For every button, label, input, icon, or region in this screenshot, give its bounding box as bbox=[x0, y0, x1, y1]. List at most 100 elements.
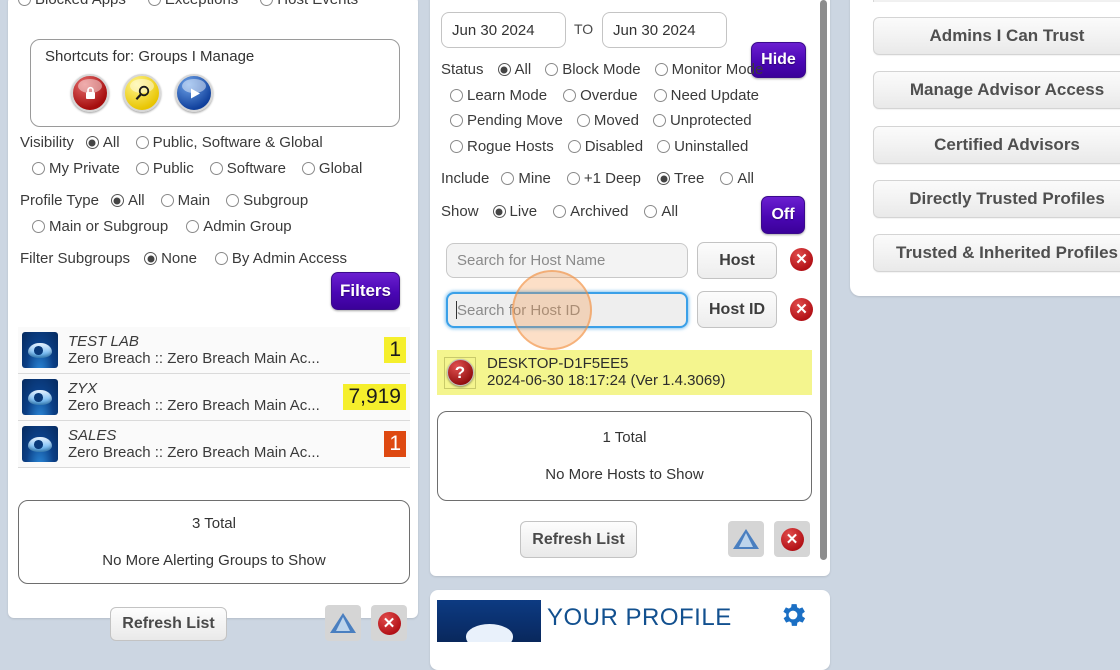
radio-include-all[interactable]: All bbox=[720, 170, 754, 187]
groups-total-message: No More Alerting Groups to Show bbox=[102, 552, 326, 569]
hosts-total-message: No More Hosts to Show bbox=[545, 466, 704, 483]
host-id-search-input[interactable]: Search for Host ID bbox=[446, 292, 688, 328]
scroll-up-icon[interactable] bbox=[728, 521, 764, 557]
radio-blocked-apps[interactable]: Blocked Apps bbox=[18, 0, 126, 8]
date-to-input[interactable]: Jun 30 2024 bbox=[602, 12, 727, 48]
filters-button[interactable]: Filters bbox=[331, 272, 400, 310]
radio-label: Mine bbox=[518, 170, 551, 187]
radio-filter-subgroups-none[interactable]: None bbox=[144, 250, 197, 267]
radio-dot bbox=[566, 172, 580, 185]
group-path: Zero Breach :: Zero Breach Main Ac... bbox=[68, 396, 320, 414]
radio-visibility-software[interactable]: Software bbox=[209, 160, 286, 177]
radio-profile-type-main[interactable]: Main bbox=[160, 192, 210, 209]
radio-visibility-my-private[interactable]: My Private bbox=[32, 160, 120, 177]
certified-advisors-button[interactable]: Certified Advisors bbox=[873, 126, 1120, 164]
host-id-placeholder: Search for Host ID bbox=[457, 301, 581, 319]
clear-host-id-search-icon[interactable]: ✕ bbox=[790, 298, 813, 321]
show-row: Show Live Archived All bbox=[441, 203, 678, 220]
radio-dot bbox=[450, 89, 463, 102]
close-icon[interactable]: ✕ bbox=[371, 605, 407, 641]
trusted-inherited-profiles-button[interactable]: Trusted & Inherited Profiles bbox=[873, 234, 1120, 272]
off-toggle-button[interactable]: Off bbox=[761, 196, 805, 234]
group-icon bbox=[22, 379, 58, 415]
host-id-search-button[interactable]: Host ID bbox=[697, 291, 777, 328]
directly-trusted-profiles-button[interactable]: Directly Trusted Profiles bbox=[873, 180, 1120, 218]
close-icon[interactable]: ✕ bbox=[774, 521, 810, 557]
refresh-groups-button[interactable]: Refresh List bbox=[110, 607, 227, 641]
magnifier-icon[interactable] bbox=[123, 74, 161, 112]
radio-status-uninstalled[interactable]: Uninstalled bbox=[657, 138, 748, 155]
vertical-scrollbar[interactable] bbox=[820, 0, 827, 560]
status-badge: 1 bbox=[384, 337, 406, 363]
list-item[interactable]: TEST LAB Zero Breach :: Zero Breach Main… bbox=[18, 327, 410, 374]
scroll-up-icon[interactable] bbox=[325, 605, 361, 641]
radio-label: Exceptions bbox=[165, 0, 238, 8]
radio-exceptions[interactable]: Exceptions bbox=[147, 0, 238, 8]
radio-profile-type-admin-group[interactable]: Admin Group bbox=[186, 218, 292, 235]
radio-status-moved[interactable]: Moved bbox=[576, 112, 639, 129]
visibility-label: Visibility bbox=[20, 134, 74, 151]
radio-include-mine[interactable]: Mine bbox=[501, 170, 551, 187]
status-badge: 7,919 bbox=[343, 384, 406, 410]
radio-dot bbox=[260, 0, 274, 6]
radio-status-disabled[interactable]: Disabled bbox=[567, 138, 643, 155]
radio-label: Host Events bbox=[277, 0, 358, 8]
radio-label: Blocked Apps bbox=[35, 0, 126, 8]
radio-profile-type-main-or-subgroup[interactable]: Main or Subgroup bbox=[32, 218, 168, 235]
radio-status-unprotected[interactable]: Unprotected bbox=[652, 112, 752, 129]
host-result-row[interactable]: ? DESKTOP-D1F5EE5 2024-06-30 18:17:24 (V… bbox=[437, 350, 812, 395]
radio-status-pending-move[interactable]: Pending Move bbox=[450, 112, 563, 129]
list-item[interactable]: ZYX Zero Breach :: Zero Breach Main Ac..… bbox=[18, 374, 410, 421]
radio-label: Pending Move bbox=[467, 112, 563, 129]
groups-total-count: 3 Total bbox=[192, 515, 236, 532]
radio-status-block-mode[interactable]: Block Mode bbox=[545, 61, 641, 78]
gear-icon[interactable] bbox=[778, 600, 808, 638]
radio-profile-type-all[interactable]: All bbox=[110, 192, 145, 209]
radio-dot bbox=[85, 136, 99, 149]
radio-show-all[interactable]: All bbox=[644, 203, 678, 220]
group-path: Zero Breach :: Zero Breach Main Ac... bbox=[68, 349, 320, 367]
radio-status-all[interactable]: All bbox=[497, 61, 531, 78]
radio-status-overdue[interactable]: Overdue bbox=[563, 87, 638, 104]
play-icon[interactable] bbox=[175, 74, 213, 112]
include-label: Include bbox=[441, 170, 490, 187]
radio-label: All bbox=[737, 170, 754, 187]
date-from-input[interactable]: Jun 30 2024 bbox=[441, 12, 566, 48]
radio-host-events[interactable]: Host Events bbox=[260, 0, 358, 8]
radio-visibility-global[interactable]: Global bbox=[301, 160, 362, 177]
radio-label: Rogue Hosts bbox=[467, 138, 554, 155]
host-search-button[interactable]: Host bbox=[697, 242, 777, 279]
radio-status-learn-mode[interactable]: Learn Mode bbox=[450, 87, 547, 104]
partial-button-top bbox=[873, 0, 1120, 2]
shortcut-icon-row bbox=[71, 74, 213, 112]
radio-status-need-update[interactable]: Need Update bbox=[653, 87, 759, 104]
visibility-row-1: Visibility All Public, Software & Global bbox=[20, 134, 323, 151]
radio-status-monitor-mode[interactable]: Monitor Mode bbox=[654, 61, 764, 78]
admins-i-can-trust-button[interactable]: Admins I Can Trust bbox=[873, 17, 1120, 55]
radio-label: My Private bbox=[49, 160, 120, 177]
radio-dot bbox=[18, 0, 31, 6]
radio-filter-subgroups-by-admin-access[interactable]: By Admin Access bbox=[214, 250, 347, 267]
status-row-1: Status All Block Mode Monitor Mode bbox=[441, 61, 763, 78]
radio-profile-type-subgroup[interactable]: Subgroup bbox=[226, 192, 308, 209]
list-item[interactable]: SALES Zero Breach :: Zero Breach Main Ac… bbox=[18, 421, 410, 468]
radio-show-archived[interactable]: Archived bbox=[553, 203, 628, 220]
radio-show-live[interactable]: Live bbox=[492, 203, 537, 220]
radio-dot bbox=[209, 162, 223, 175]
manage-advisor-access-button[interactable]: Manage Advisor Access bbox=[873, 71, 1120, 109]
radio-visibility-all[interactable]: All bbox=[85, 134, 120, 151]
clear-host-search-icon[interactable]: ✕ bbox=[790, 248, 813, 271]
radio-label: Uninstalled bbox=[674, 138, 749, 155]
radio-visibility-public[interactable]: Public bbox=[135, 160, 194, 177]
radio-label: Monitor Mode bbox=[671, 61, 764, 78]
radio-label: All bbox=[661, 203, 679, 220]
refresh-hosts-button[interactable]: Refresh List bbox=[520, 521, 637, 558]
radio-label: All bbox=[102, 134, 120, 151]
radio-status-rogue-hosts[interactable]: Rogue Hosts bbox=[450, 138, 554, 155]
radio-include-plus1deep[interactable]: +1 Deep bbox=[566, 170, 642, 187]
lock-icon[interactable] bbox=[71, 74, 109, 112]
radio-include-tree[interactable]: Tree bbox=[657, 170, 704, 187]
radio-visibility-public-software-global[interactable]: Public, Software & Global bbox=[135, 134, 323, 151]
host-name-search-input[interactable]: Search for Host Name bbox=[446, 243, 688, 278]
radio-label: +1 Deep bbox=[583, 170, 642, 187]
